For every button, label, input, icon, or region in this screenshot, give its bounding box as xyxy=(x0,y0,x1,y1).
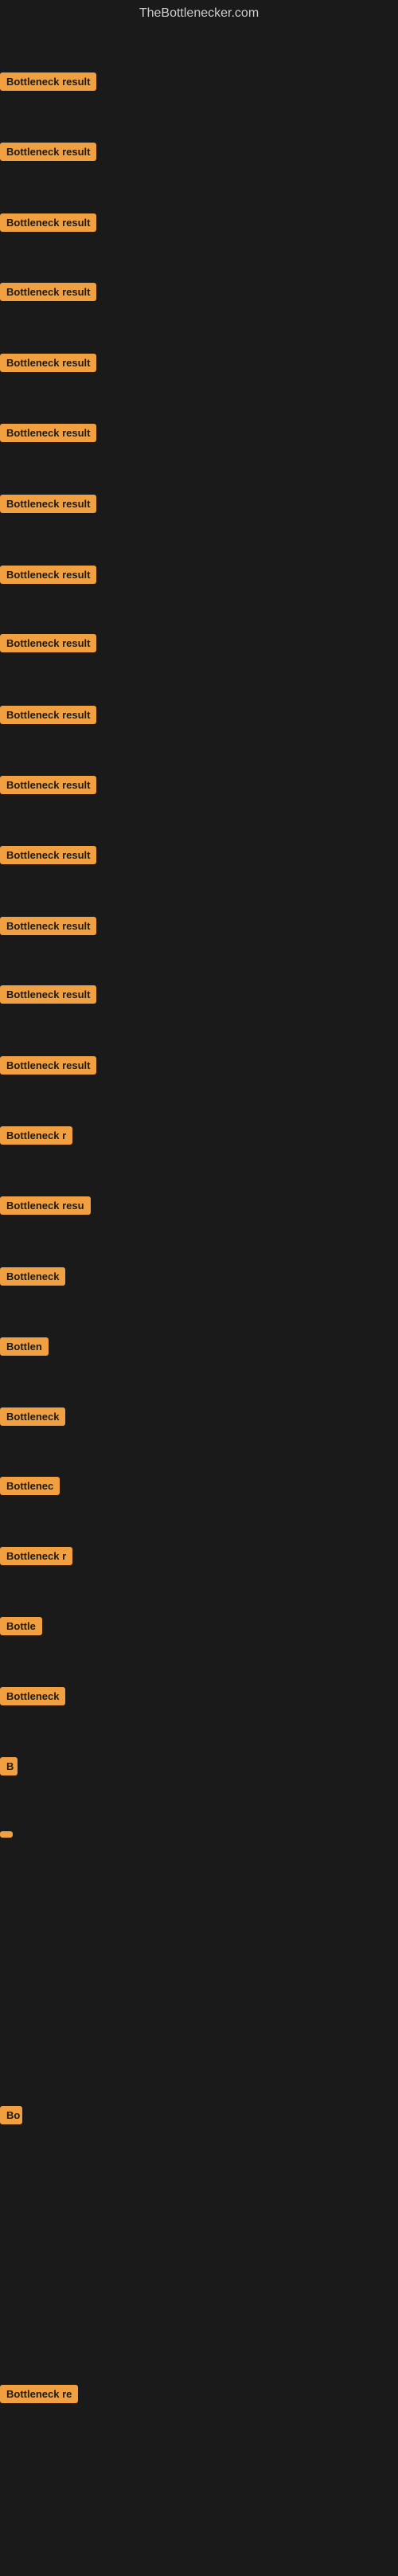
bottleneck-item-7[interactable]: Bottleneck result xyxy=(0,495,96,517)
bottleneck-badge-20: Bottleneck xyxy=(0,1407,65,1426)
bottleneck-item-14[interactable]: Bottleneck result xyxy=(0,985,96,1008)
bottleneck-badge-13: Bottleneck result xyxy=(0,917,96,935)
bottleneck-item-6[interactable]: Bottleneck result xyxy=(0,424,96,446)
bottleneck-badge-1: Bottleneck result xyxy=(0,72,96,91)
bottleneck-badge-11: Bottleneck result xyxy=(0,776,96,794)
bottleneck-badge-27: Bo xyxy=(0,2106,22,2124)
bottleneck-item-18[interactable]: Bottleneck xyxy=(0,1267,65,1290)
bottleneck-badge-22: Bottleneck r xyxy=(0,1547,72,1565)
bottleneck-badge-6: Bottleneck result xyxy=(0,424,96,442)
bottleneck-item-10[interactable]: Bottleneck result xyxy=(0,706,96,728)
bottleneck-item-8[interactable]: Bottleneck result xyxy=(0,566,96,588)
bottleneck-item-27[interactable]: Bo xyxy=(0,2106,22,2128)
site-title: TheBottlenecker.com xyxy=(0,0,398,27)
bottleneck-item-16[interactable]: Bottleneck r xyxy=(0,1126,72,1149)
bottleneck-badge-2: Bottleneck result xyxy=(0,143,96,161)
bottleneck-item-21[interactable]: Bottlenec xyxy=(0,1477,60,1499)
bottleneck-item-9[interactable]: Bottleneck result xyxy=(0,634,96,656)
bottleneck-badge-19: Bottlen xyxy=(0,1337,49,1356)
bottleneck-item-3[interactable]: Bottleneck result xyxy=(0,213,96,236)
bottleneck-badge-5: Bottleneck result xyxy=(0,354,96,372)
bottleneck-item-24[interactable]: Bottleneck xyxy=(0,1687,65,1709)
bottleneck-badge-21: Bottlenec xyxy=(0,1477,60,1495)
bottleneck-badge-10: Bottleneck result xyxy=(0,706,96,724)
bottleneck-item-25[interactable]: B xyxy=(0,1757,18,1779)
bottleneck-badge-15: Bottleneck result xyxy=(0,1056,96,1075)
bottleneck-item-5[interactable]: Bottleneck result xyxy=(0,354,96,376)
bottleneck-badge-3: Bottleneck result xyxy=(0,213,96,232)
bottleneck-badge-8: Bottleneck result xyxy=(0,566,96,584)
bottleneck-badge-9: Bottleneck result xyxy=(0,634,96,652)
bottleneck-item-12[interactable]: Bottleneck result xyxy=(0,846,96,868)
bottleneck-badge-16: Bottleneck r xyxy=(0,1126,72,1145)
bottleneck-badge-18: Bottleneck xyxy=(0,1267,65,1286)
bottleneck-item-11[interactable]: Bottleneck result xyxy=(0,776,96,798)
bottleneck-item-22[interactable]: Bottleneck r xyxy=(0,1547,72,1569)
bottleneck-item-28[interactable]: Bottleneck re xyxy=(0,2385,78,2407)
bottleneck-badge-7: Bottleneck result xyxy=(0,495,96,513)
bottleneck-badge-4: Bottleneck result xyxy=(0,283,96,301)
bottleneck-item-1[interactable]: Bottleneck result xyxy=(0,72,96,95)
bottleneck-badge-28: Bottleneck re xyxy=(0,2385,78,2403)
bottleneck-badge-12: Bottleneck result xyxy=(0,846,96,864)
bottleneck-badge-25: B xyxy=(0,1757,18,1775)
bottleneck-badge-14: Bottleneck result xyxy=(0,985,96,1004)
bottleneck-badge-26 xyxy=(0,1831,13,1838)
bottleneck-item-15[interactable]: Bottleneck result xyxy=(0,1056,96,1079)
bottleneck-item-17[interactable]: Bottleneck resu xyxy=(0,1196,91,1219)
bottleneck-item-19[interactable]: Bottlen xyxy=(0,1337,49,1360)
bottleneck-item-23[interactable]: Bottle xyxy=(0,1617,42,1639)
bottleneck-item-4[interactable]: Bottleneck result xyxy=(0,283,96,305)
bottleneck-badge-17: Bottleneck resu xyxy=(0,1196,91,1215)
bottleneck-badge-24: Bottleneck xyxy=(0,1687,65,1705)
bottleneck-item-26[interactable] xyxy=(0,1827,13,1842)
bottleneck-item-20[interactable]: Bottleneck xyxy=(0,1407,65,1430)
bottleneck-item-2[interactable]: Bottleneck result xyxy=(0,143,96,165)
bottleneck-badge-23: Bottle xyxy=(0,1617,42,1635)
bottleneck-item-13[interactable]: Bottleneck result xyxy=(0,917,96,939)
